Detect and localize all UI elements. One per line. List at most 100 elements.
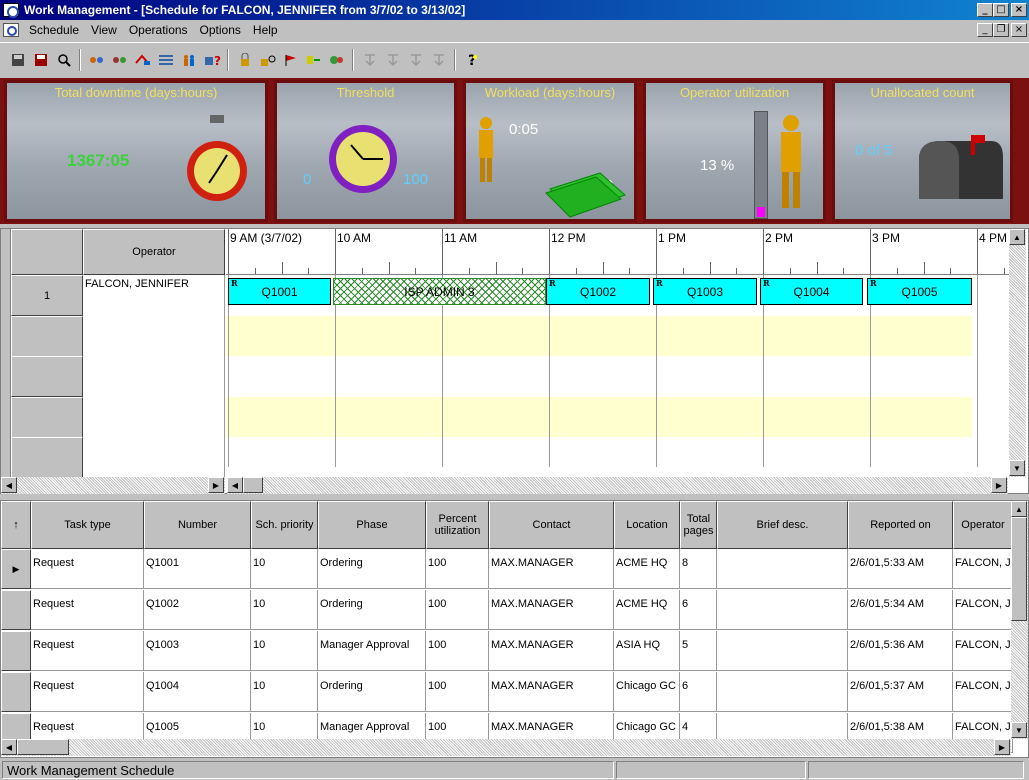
schedule-row-band[interactable] xyxy=(226,437,972,477)
row-number[interactable]: 1 xyxy=(11,275,83,316)
table-cell[interactable]: MAX.MANAGER xyxy=(489,549,614,589)
magnifier-icon[interactable] xyxy=(52,49,75,71)
table-cell[interactable]: Ordering xyxy=(318,549,426,589)
sort-indicator[interactable]: ↑ xyxy=(1,501,31,549)
table-cell[interactable]: 2/6/01,5:33 AM xyxy=(848,549,953,589)
schedule-task-bar[interactable]: R Q1001 xyxy=(228,278,331,305)
schedule-row-band[interactable] xyxy=(226,396,972,437)
column-header[interactable]: Brief desc. xyxy=(717,501,848,549)
filter-icon[interactable] xyxy=(325,49,348,71)
save-icon[interactable] xyxy=(6,49,29,71)
unallocated-panel[interactable]: Unallocated count 0 of 5 xyxy=(832,80,1013,222)
table-cell[interactable]: Ordering xyxy=(318,672,426,712)
schedule-task-bar[interactable]: R Q1002 xyxy=(546,278,650,305)
table-cell[interactable] xyxy=(717,672,848,712)
column-header[interactable]: Reported on xyxy=(848,501,953,549)
minimize-button[interactable]: _ xyxy=(977,3,993,17)
schedule-vertical-scrollbar[interactable]: ▲ ▼ xyxy=(1009,229,1026,477)
schedule-row-band[interactable] xyxy=(226,315,972,356)
table-horizontal-scrollbar[interactable]: ◀ ▶ xyxy=(1,739,1011,756)
row-number[interactable] xyxy=(11,356,83,397)
column-header[interactable]: Total pages xyxy=(680,501,717,549)
table-cell[interactable]: Chicago GC xyxy=(614,672,680,712)
table-vertical-scrollbar[interactable]: ▲ ▼ xyxy=(1011,501,1028,739)
reassign-icon[interactable] xyxy=(131,49,154,71)
timeline-horizontal-scrollbar[interactable]: ◀ ▶ xyxy=(227,477,1008,494)
table-cell[interactable]: 2/6/01,5:34 AM xyxy=(848,590,953,630)
column-header[interactable]: Number xyxy=(144,501,251,549)
table-cell[interactable]: Request xyxy=(31,672,144,712)
scroll-left-button[interactable]: ◀ xyxy=(227,477,243,493)
table-cell[interactable]: 8 xyxy=(680,549,717,589)
utilization-panel[interactable]: Operator utilization 13 % xyxy=(643,80,826,222)
table-cell[interactable]: Request xyxy=(31,631,144,671)
row-selector[interactable] xyxy=(1,672,31,712)
query-icon[interactable]: ? xyxy=(200,49,223,71)
table-cell[interactable] xyxy=(717,631,848,671)
row-number[interactable] xyxy=(11,315,83,357)
save-close-icon[interactable] xyxy=(29,49,52,71)
threshold-panel[interactable]: Threshold 0 100 xyxy=(274,80,457,222)
search-lock-icon[interactable] xyxy=(256,49,279,71)
column-header[interactable]: Phase xyxy=(318,501,426,549)
table-cell[interactable]: 6 xyxy=(680,590,717,630)
schedule-task-bar[interactable]: R Q1005 xyxy=(867,278,972,305)
downtime-panel[interactable]: Total downtime (days:hours) 1367:05 xyxy=(4,80,268,222)
operator-column-header[interactable]: Operator xyxy=(83,229,225,275)
table-cell[interactable]: Q1004 xyxy=(144,672,251,712)
table-cell[interactable]: Q1003 xyxy=(144,631,251,671)
document-icon[interactable] xyxy=(3,23,19,37)
close-button[interactable]: × xyxy=(1011,3,1027,17)
scroll-thumb[interactable] xyxy=(243,477,263,493)
table-cell[interactable]: 2/6/01,5:36 AM xyxy=(848,631,953,671)
schedule-task-bar[interactable]: R Q1004 xyxy=(760,278,863,305)
menu-schedule[interactable]: Schedule xyxy=(23,23,85,37)
row-selector[interactable] xyxy=(1,631,31,671)
table-cell[interactable]: Request xyxy=(31,590,144,630)
table-cell[interactable]: Q1001 xyxy=(144,549,251,589)
table-cell[interactable] xyxy=(717,590,848,630)
table-cell[interactable]: Manager Approval xyxy=(318,631,426,671)
flag-icon[interactable] xyxy=(279,49,302,71)
column-header[interactable]: Task type xyxy=(31,501,144,549)
table-cell[interactable]: MAX.MANAGER xyxy=(489,590,614,630)
maximize-button[interactable]: □ xyxy=(993,3,1009,17)
operators-icon[interactable] xyxy=(177,49,200,71)
table-cell[interactable]: 10 xyxy=(251,672,318,712)
schedule-icon[interactable] xyxy=(85,49,108,71)
table-cell[interactable]: 100 xyxy=(426,631,489,671)
scroll-down-button[interactable]: ▼ xyxy=(1011,722,1027,738)
row-number[interactable] xyxy=(11,396,83,438)
scroll-right-button[interactable]: ▶ xyxy=(994,739,1010,755)
export-icon[interactable] xyxy=(302,49,325,71)
help-icon[interactable]: ? xyxy=(460,49,483,71)
table-cell[interactable]: 6 xyxy=(680,672,717,712)
row-selector[interactable] xyxy=(1,590,31,630)
scroll-left-button[interactable]: ◀ xyxy=(1,739,17,755)
operator-horizontal-scrollbar[interactable]: ◀ ▶ xyxy=(1,477,225,494)
menu-operations[interactable]: Operations xyxy=(123,23,194,37)
row-number[interactable] xyxy=(11,437,83,478)
table-cell[interactable]: 10 xyxy=(251,549,318,589)
scroll-right-button[interactable]: ▶ xyxy=(991,477,1007,493)
move-down-4-icon[interactable] xyxy=(427,49,450,71)
table-cell[interactable]: ASIA HQ xyxy=(614,631,680,671)
lock-icon[interactable] xyxy=(233,49,256,71)
scroll-down-button[interactable]: ▼ xyxy=(1009,460,1025,476)
menu-options[interactable]: Options xyxy=(194,23,247,37)
column-header[interactable]: Contact xyxy=(489,501,614,549)
table-cell[interactable]: FALCON, J xyxy=(953,631,1013,671)
scroll-left-button[interactable]: ◀ xyxy=(1,477,17,493)
schedule-row-band[interactable] xyxy=(226,356,972,396)
table-cell[interactable]: 100 xyxy=(426,549,489,589)
table-cell[interactable]: MAX.MANAGER xyxy=(489,672,614,712)
operator-cell[interactable] xyxy=(83,315,225,357)
move-down-3-icon[interactable] xyxy=(404,49,427,71)
move-down-2-icon[interactable] xyxy=(381,49,404,71)
scroll-thumb[interactable] xyxy=(17,739,69,755)
table-cell[interactable]: Ordering xyxy=(318,590,426,630)
scroll-right-button[interactable]: ▶ xyxy=(208,477,224,493)
table-cell[interactable]: 100 xyxy=(426,590,489,630)
app-icon[interactable] xyxy=(3,3,19,18)
column-header[interactable]: Sch. priority xyxy=(251,501,318,549)
